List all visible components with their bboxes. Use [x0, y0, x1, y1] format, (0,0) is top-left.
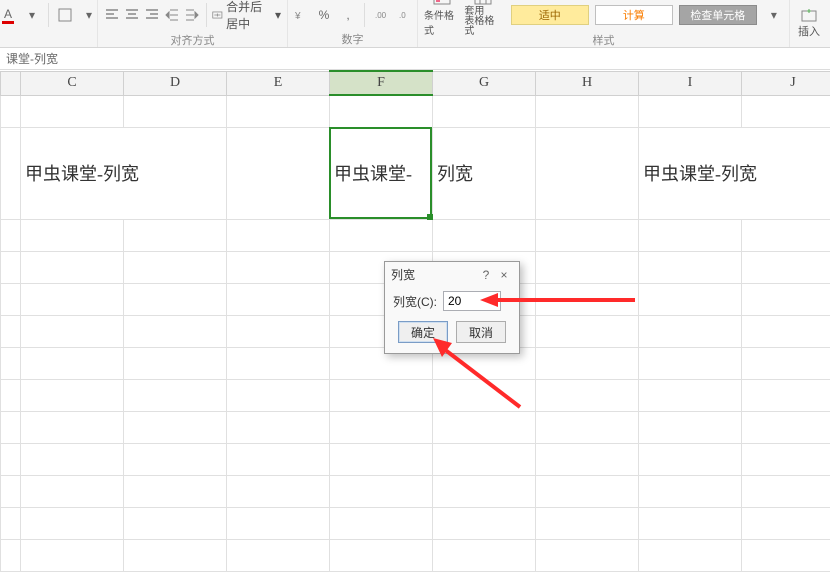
- dialog-close-button[interactable]: ×: [495, 268, 513, 282]
- corner-cell[interactable]: [1, 71, 21, 95]
- percent-button[interactable]: %: [314, 5, 334, 25]
- merge-center-button[interactable]: 合并后居中 ▾: [212, 0, 281, 32]
- merge-icon: [212, 8, 223, 22]
- table-format-button[interactable]: 套用 表格格式: [464, 0, 500, 37]
- col-header-f[interactable]: F: [330, 71, 433, 95]
- svg-text:¥: ¥: [294, 11, 301, 22]
- col-header-c[interactable]: C: [21, 71, 124, 95]
- dialog-titlebar[interactable]: 列宽 ? ×: [385, 262, 519, 287]
- ribbon-group-number-label: 数字: [342, 31, 364, 47]
- col-header-i[interactable]: I: [639, 71, 742, 95]
- table-row: [1, 95, 830, 127]
- formula-bar[interactable]: 课堂-列宽: [0, 48, 830, 70]
- table-row: [1, 507, 830, 539]
- currency-button[interactable]: ¥: [290, 5, 310, 25]
- styles-more-icon[interactable]: ▾: [765, 5, 783, 25]
- col-header-d[interactable]: D: [124, 71, 227, 95]
- cancel-button[interactable]: 取消: [456, 321, 506, 343]
- ribbon-group-styles-label: 样式: [593, 32, 615, 48]
- decrease-decimal-icon[interactable]: .0: [395, 5, 415, 25]
- cell[interactable]: 甲虫课堂-列宽: [639, 127, 742, 219]
- ok-button[interactable]: 确定: [398, 321, 448, 343]
- dialog-help-button[interactable]: ?: [477, 268, 495, 282]
- cell[interactable]: 甲虫课堂-: [330, 127, 433, 219]
- merge-label: 合并后居中: [226, 0, 272, 32]
- merge-dropdown-icon: ▾: [275, 8, 281, 22]
- table-row: [1, 379, 830, 411]
- svg-text:.00: .00: [375, 11, 387, 20]
- comma-button[interactable]: ,: [338, 5, 358, 25]
- ribbon-insert-button[interactable]: 插入: [790, 0, 828, 47]
- ribbon-group-align: 合并后居中 ▾ 对齐方式: [98, 0, 288, 47]
- cond-format-icon: [433, 0, 451, 5]
- style-good[interactable]: 适中: [511, 5, 589, 25]
- ribbon-group-styles: 条件格式 套用 表格格式 适中 计算 检查单元格 ▾ 样式: [418, 0, 790, 47]
- col-header-h[interactable]: H: [536, 71, 639, 95]
- table-row: [1, 219, 830, 251]
- ribbon-group-align-label: 对齐方式: [171, 32, 215, 48]
- col-header-g[interactable]: G: [433, 71, 536, 95]
- svg-text:.0: .0: [399, 11, 406, 20]
- column-width-input[interactable]: [443, 291, 501, 311]
- font-dropdown[interactable]: ▾: [22, 5, 42, 25]
- cell[interactable]: 甲虫课堂-列宽: [21, 127, 124, 219]
- table-row: [1, 539, 830, 571]
- dialog-title: 列宽: [391, 266, 477, 283]
- cell[interactable]: 列宽: [433, 127, 536, 219]
- ribbon-group-number: ¥ % , .00 .0 数字: [288, 0, 418, 47]
- table-row: [1, 475, 830, 507]
- column-width-dialog: 列宽 ? × 列宽(C): 确定 取消: [384, 261, 520, 354]
- indent-left-icon[interactable]: [164, 5, 180, 25]
- indent-right-icon[interactable]: [184, 5, 200, 25]
- table-format-icon: [474, 0, 492, 5]
- table-row: [1, 411, 830, 443]
- table-row: [1, 443, 830, 475]
- insert-icon: [800, 9, 818, 23]
- col-header-e[interactable]: E: [227, 71, 330, 95]
- table-row: 甲虫课堂-列宽 甲虫课堂- 列宽 甲虫课堂-列宽: [1, 127, 830, 219]
- font-color-button[interactable]: A: [0, 5, 18, 25]
- ribbon-group-font: A ▾ ▾: [0, 0, 98, 47]
- ribbon: A ▾ ▾ 合并后居中 ▾ 对齐方式 ¥ %: [0, 0, 830, 48]
- border-button[interactable]: [55, 5, 75, 25]
- style-calc[interactable]: 计算: [595, 5, 673, 25]
- style-check[interactable]: 检查单元格: [679, 5, 757, 25]
- align-right-icon[interactable]: [144, 5, 160, 25]
- border-dropdown[interactable]: ▾: [79, 5, 99, 25]
- align-center-icon[interactable]: [124, 5, 140, 25]
- column-header-row: C D E F G H I J: [1, 71, 830, 95]
- col-header-j[interactable]: J: [742, 71, 830, 95]
- formula-bar-text: 课堂-列宽: [6, 50, 58, 67]
- increase-decimal-icon[interactable]: .00: [371, 5, 391, 25]
- conditional-format-button[interactable]: 条件格式: [424, 0, 460, 37]
- column-width-label: 列宽(C):: [393, 293, 437, 310]
- align-left-icon[interactable]: [104, 5, 120, 25]
